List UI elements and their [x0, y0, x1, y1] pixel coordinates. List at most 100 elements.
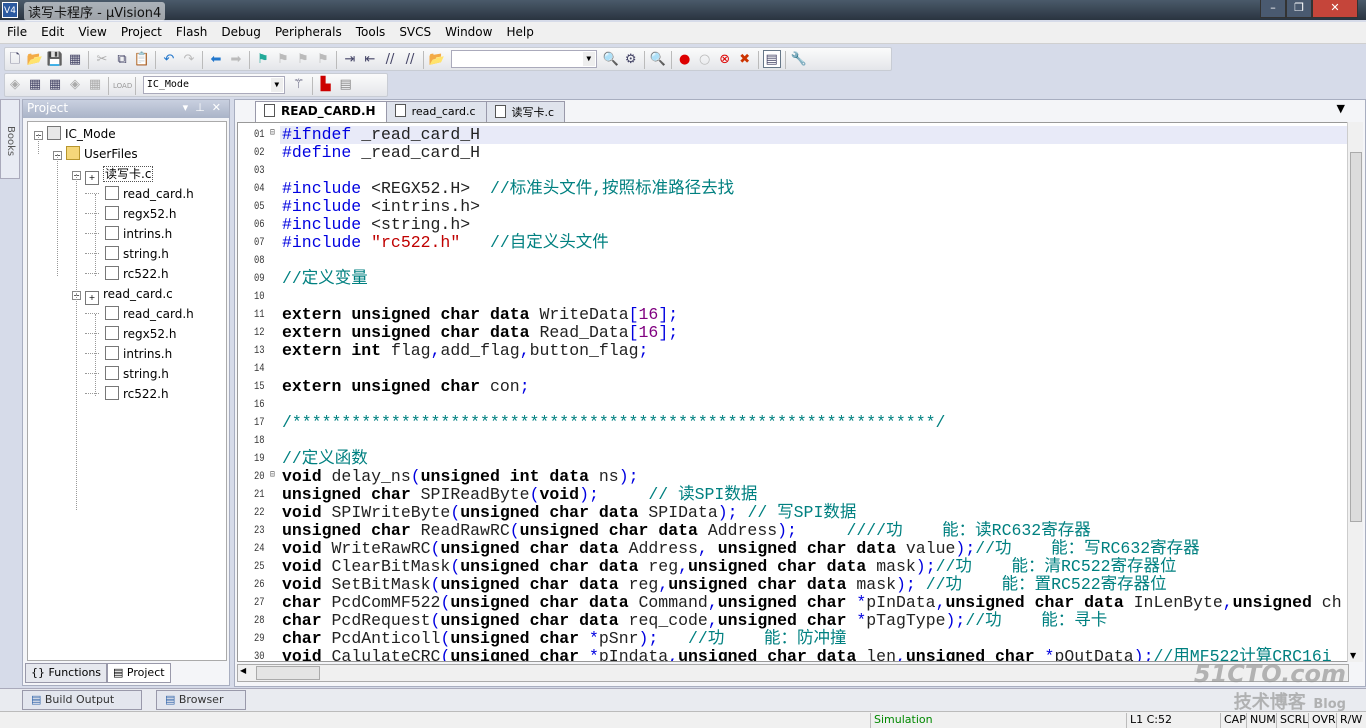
books-tab[interactable]: Books	[0, 99, 20, 179]
batch-build-icon[interactable]: ◈	[66, 76, 84, 94]
code-line[interactable]: unsigned char SPIReadByte(void); // 读SPI…	[282, 486, 757, 504]
code-line[interactable]: char PcdRequest(unsigned char data req_c…	[282, 612, 1107, 630]
redo-icon[interactable]: ↷	[180, 51, 198, 69]
prev-bookmark-icon[interactable]: ⚑	[274, 51, 292, 69]
tab-list-icon[interactable]: ▼	[1337, 102, 1345, 115]
build-icon[interactable]: ▦	[26, 76, 44, 94]
code-line[interactable]: char PcdAnticoll(unsigned char *pSnr); /…	[282, 630, 846, 648]
code-line[interactable]: extern unsigned char data WriteData[16];	[282, 306, 678, 324]
find-in-files-icon[interactable]: 📂	[428, 51, 446, 69]
tab-browser[interactable]: ▤ Browser	[156, 690, 246, 710]
menu-edit[interactable]: Edit	[34, 22, 71, 42]
disable-breakpoint-icon[interactable]: ○	[696, 51, 714, 69]
tree-item[interactable]: − + 读写卡.c	[72, 164, 154, 185]
comment-icon[interactable]: //	[381, 51, 399, 69]
stop-build-icon[interactable]: ▦	[86, 76, 104, 94]
menu-project[interactable]: Project	[114, 22, 169, 42]
panel-menu-icon[interactable]: ▾	[183, 101, 189, 114]
uncomment-icon[interactable]: //	[401, 51, 419, 69]
editor-tab[interactable]: read_card.c	[385, 101, 487, 122]
manage-components-icon[interactable]: ▙	[317, 76, 335, 94]
scroll-down-icon[interactable]: ▼	[1350, 651, 1356, 660]
code-line[interactable]: extern int flag,add_flag,button_flag;	[282, 342, 648, 360]
tab-functions[interactable]: {} Functions	[25, 663, 108, 683]
code-line[interactable]: #include <REGX52.H> //标准头文件,按照标准路径去找	[282, 180, 734, 198]
vertical-scrollbar[interactable]: ▼	[1347, 122, 1363, 662]
new-file-icon[interactable]: 🗋	[6, 51, 24, 69]
code-line[interactable]: void CalulateCRC(unsigned char *pIndata,…	[282, 648, 1332, 662]
code-line[interactable]: unsigned char ReadRawRC(unsigned char da…	[282, 522, 1091, 540]
code-line[interactable]: #ifndef _read_card_H	[280, 126, 1348, 144]
close-button[interactable]: ✕	[1312, 0, 1358, 18]
tree-item[interactable]: intrins.h	[85, 224, 172, 244]
tree-item[interactable]: rc522.h	[85, 264, 169, 284]
undo-icon[interactable]: ↶	[160, 51, 178, 69]
horizontal-scrollbar[interactable]: ◀	[237, 664, 1349, 682]
minimize-button[interactable]: –	[1260, 0, 1286, 18]
code-line[interactable]: void SPIWriteByte(unsigned char data SPI…	[282, 504, 856, 522]
tree-item[interactable]: regx52.h	[85, 204, 176, 224]
rebuild-icon[interactable]: ▦	[46, 76, 64, 94]
code-line[interactable]: extern unsigned char con;	[282, 378, 530, 396]
load-icon[interactable]: LOAD	[113, 77, 132, 95]
code-line[interactable]: extern unsigned char data Read_Data[16];	[282, 324, 678, 342]
target-select[interactable]: IC_Mode ▼	[142, 76, 285, 94]
save-icon[interactable]: 💾	[46, 51, 64, 69]
tree-item[interactable]: read_card.h	[85, 184, 194, 204]
next-bookmark-icon[interactable]: ⚑	[294, 51, 312, 69]
code-line[interactable]: #include "rc522.h" //自定义头文件	[282, 234, 609, 252]
menu-peripherals[interactable]: Peripherals	[268, 22, 349, 42]
menu-view[interactable]: View	[71, 22, 113, 42]
tree-item[interactable]: string.h	[85, 364, 169, 384]
unindent-icon[interactable]: ⇤	[361, 51, 379, 69]
hscroll-thumb[interactable]	[256, 666, 320, 680]
back-icon[interactable]: ⬅	[207, 51, 225, 69]
disable-all-breakpoints-icon[interactable]: ⊗	[716, 51, 734, 69]
translate-icon[interactable]: ◈	[6, 76, 24, 94]
tab-build-output[interactable]: ▤ Build Output	[22, 690, 142, 710]
window-layout-icon[interactable]: ▤	[762, 50, 781, 68]
code-line[interactable]: void ClearBitMask(unsigned char data reg…	[282, 558, 1177, 576]
tree-item[interactable]: intrins.h	[85, 344, 172, 364]
select-packs-icon[interactable]: ▤	[337, 76, 355, 94]
debug-session-icon[interactable]: 🔍	[649, 51, 667, 69]
tree-item[interactable]: − + read_card.c	[72, 284, 173, 305]
copy-icon[interactable]: ⧉	[113, 51, 131, 69]
tree-item[interactable]: − IC_Mode	[34, 124, 116, 144]
incremental-find-icon[interactable]: ⚙	[622, 51, 640, 69]
code-editor[interactable]: 01 ⊟ 02 03 04 05 06 07 08 09 10 11 12 13 14 15 16 17 18 19 2…	[237, 122, 1349, 662]
paste-icon[interactable]: 📋	[133, 51, 151, 69]
save-all-icon[interactable]: ▦	[66, 51, 84, 69]
tab-project[interactable]: ▤ Project	[107, 663, 171, 683]
configure-icon[interactable]: 🔧	[790, 51, 808, 69]
menu-file[interactable]: File	[0, 22, 34, 42]
tree-item[interactable]: regx52.h	[85, 324, 176, 344]
bookmark-icon[interactable]: ⚑	[254, 51, 272, 69]
fold-icon[interactable]: ⊟	[270, 127, 275, 139]
scroll-left-icon[interactable]: ◀	[240, 666, 254, 675]
scroll-thumb[interactable]	[1350, 152, 1362, 522]
code-line[interactable]: #include <string.h>	[282, 216, 470, 234]
editor-tab[interactable]: READ_CARD.H	[255, 101, 387, 122]
cut-icon[interactable]: ✂	[93, 51, 111, 69]
code-line[interactable]: void WriteRawRC(unsigned char data Addre…	[282, 540, 1200, 558]
target-options-icon[interactable]: ⚚	[290, 76, 308, 94]
tree-item[interactable]: rc522.h	[85, 384, 169, 404]
maximize-button[interactable]: ❐	[1286, 0, 1312, 18]
code-line[interactable]: /***************************************…	[282, 414, 945, 432]
forward-icon[interactable]: ➡	[227, 51, 245, 69]
open-icon[interactable]: 📂	[26, 51, 44, 69]
indent-icon[interactable]: ⇥	[341, 51, 359, 69]
menu-help[interactable]: Help	[499, 22, 540, 42]
pin-icon[interactable]: ⊥	[195, 101, 205, 114]
code-line[interactable]: void delay_ns(unsigned int data ns);	[282, 468, 639, 486]
close-panel-icon[interactable]: ✕	[212, 101, 221, 114]
code-line[interactable]: #include <intrins.h>	[282, 198, 480, 216]
code-line[interactable]: char PcdComMF522(unsigned char data Comm…	[282, 594, 1342, 612]
code-line[interactable]: #define _read_card_H	[282, 144, 480, 162]
tree-item[interactable]: string.h	[85, 244, 169, 264]
find-combo[interactable]: ▼	[450, 50, 597, 68]
code-line[interactable]: //定义函数	[282, 450, 368, 468]
menu-window[interactable]: Window	[438, 22, 499, 42]
menu-svcs[interactable]: SVCS	[392, 22, 438, 42]
